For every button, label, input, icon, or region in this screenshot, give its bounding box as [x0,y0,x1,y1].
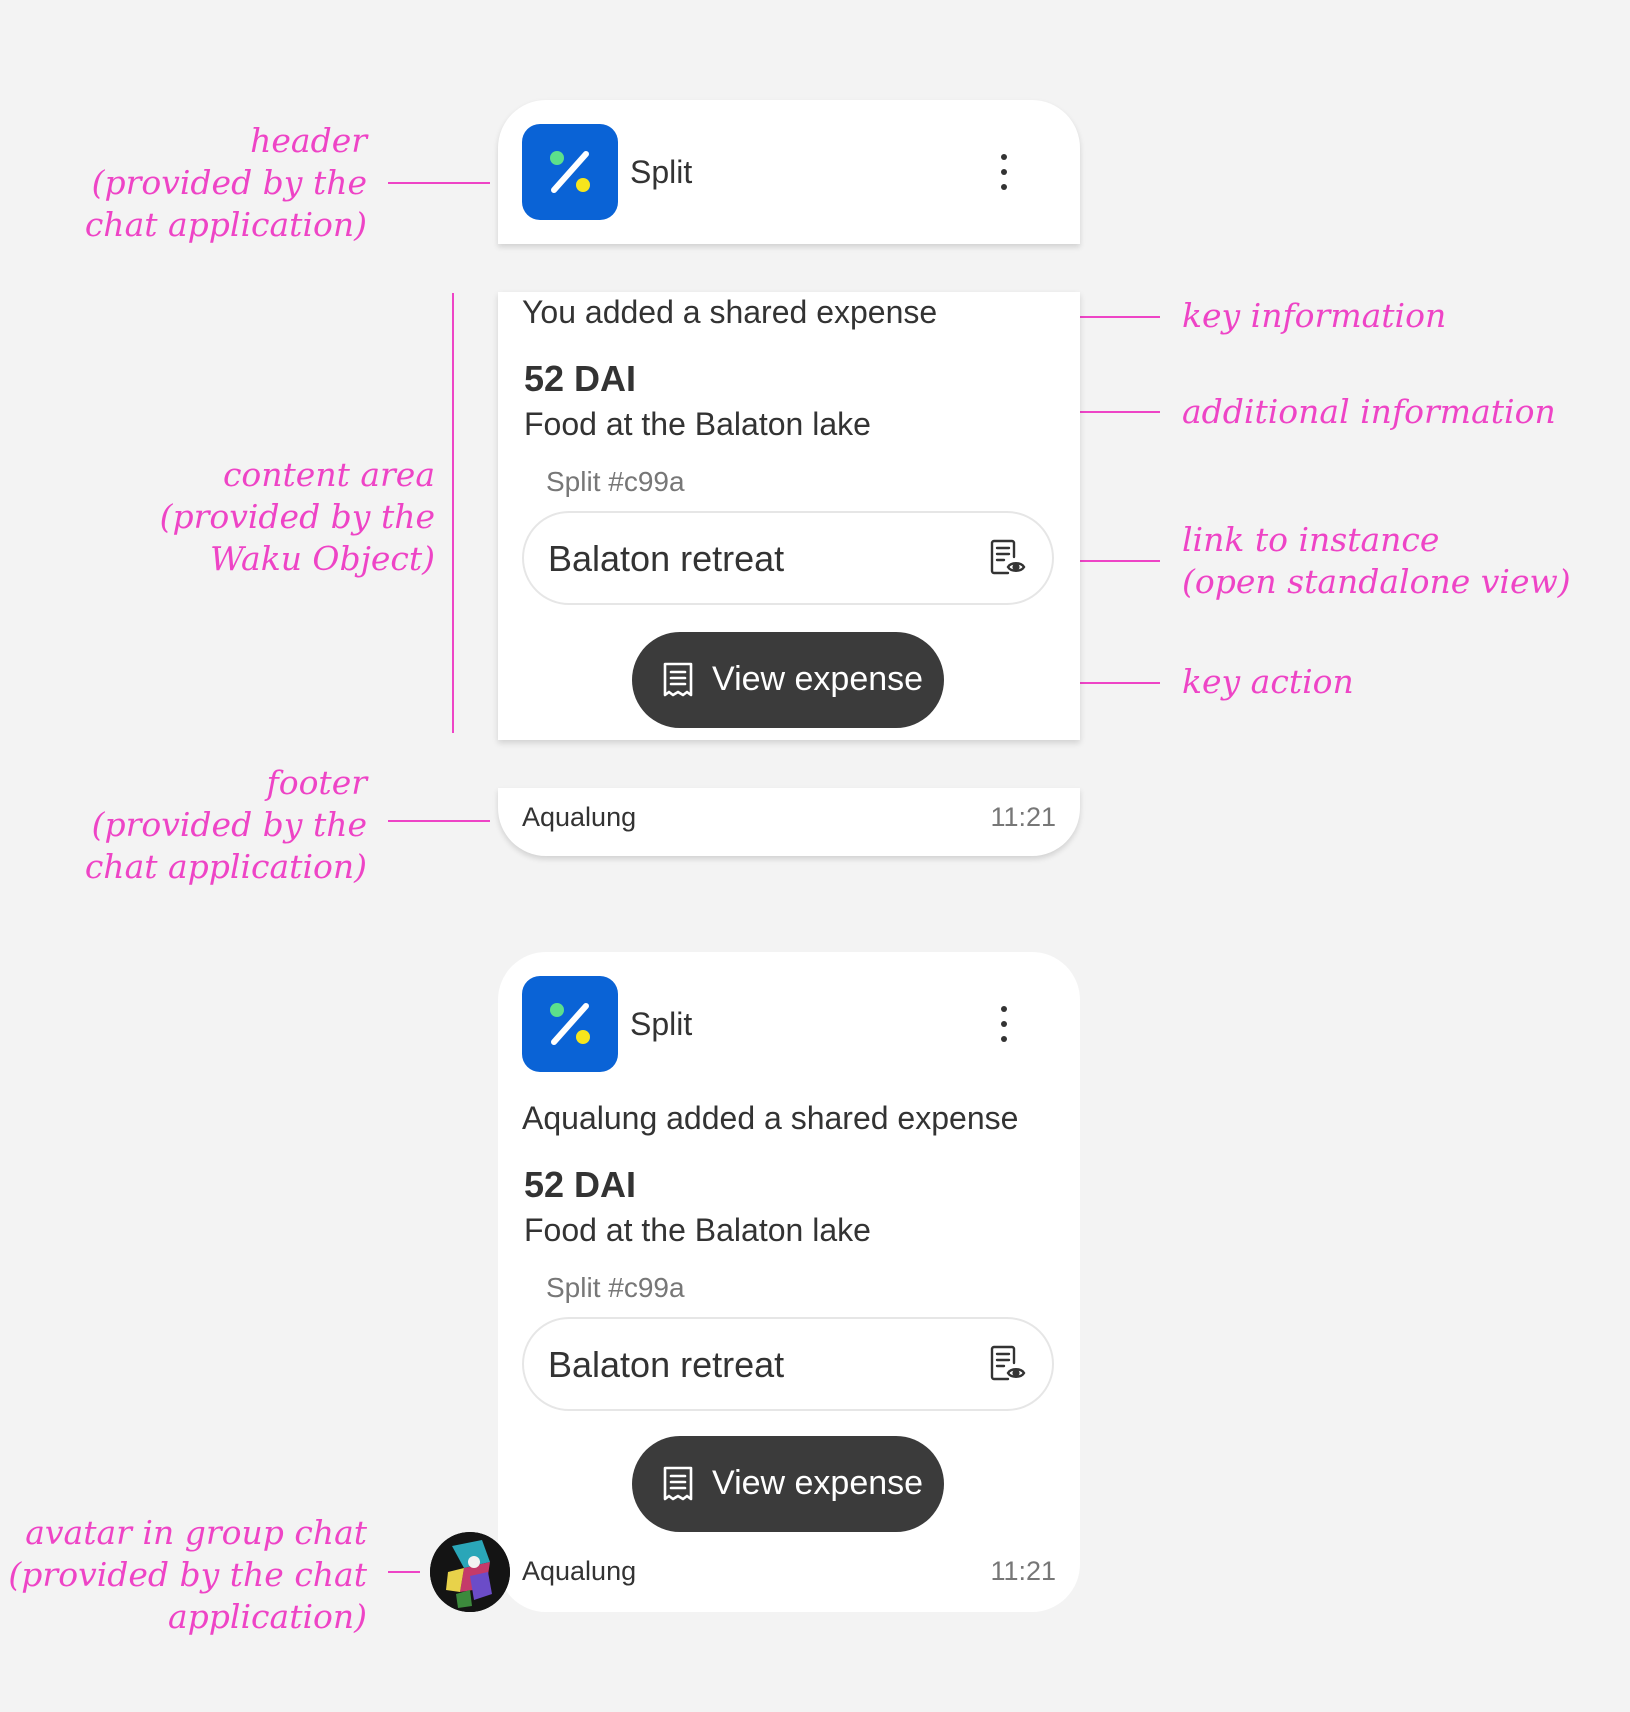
annotation-avatar-line [388,1571,420,1573]
app-name: Split [630,1006,693,1042]
annotation-link-to-instance: link to instance (open standalone view) [1182,520,1571,601]
view-expense-button[interactable]: View expense [632,632,944,728]
receipt-icon [662,662,694,703]
group-chat-card: Split Aqualung added a shared expense 52… [498,952,1080,1612]
exploded-header-card: Split [498,100,1080,244]
exploded-footer-card: Aqualung 11:21 [498,788,1080,856]
view-expense-label: View expense [712,660,924,698]
annotation-additional-information: additional information [1182,392,1556,431]
expense-description: Food at the Balaton lake [524,1212,871,1248]
expense-description: Food at the Balaton lake [524,406,871,442]
message-time: 11:21 [990,1556,1056,1586]
expense-amount: 52 DAI [524,358,637,399]
percent-app-icon [522,976,618,1072]
key-information-text: You added a shared expense [522,294,938,330]
instance-id: Split #c99a [546,466,685,497]
percent-app-icon [522,124,618,220]
annotation-content-area-line [452,293,454,733]
annotation-key-information: key information [1182,296,1447,335]
annotation-header-line [388,182,490,184]
annotation-content-area: content area (provided by the Waku Objec… [159,455,435,578]
expense-amount: 52 DAI [524,1164,637,1205]
annotation-footer: footer (provided by the chat application… [84,763,367,886]
message-time: 11:21 [990,802,1056,832]
document-view-icon [988,539,1026,582]
sender-name: Aqualung [522,802,637,832]
key-information-text: Aqualung added a shared expense [522,1100,1019,1136]
document-view-icon [988,1345,1026,1388]
instance-name: Balaton retreat [548,538,785,579]
annotation-key-action: key action [1182,662,1354,701]
instance-link[interactable]: Balaton retreat [522,511,1054,605]
instance-name: Balaton retreat [548,1344,785,1385]
user-avatar[interactable] [430,1532,510,1612]
view-expense-button[interactable]: View expense [632,1436,944,1532]
instance-id: Split #c99a [546,1272,685,1303]
more-vertical-icon[interactable] [998,152,1010,192]
receipt-icon [662,1466,694,1507]
exploded-content-card: You added a shared expense 52 DAI Food a… [498,292,1080,740]
more-vertical-icon[interactable] [998,1004,1010,1044]
sender-name: Aqualung [522,1556,637,1586]
annotation-avatar: avatar in group chat (provided by the ch… [8,1513,367,1636]
app-name: Split [630,154,693,190]
instance-link[interactable]: Balaton retreat [522,1317,1054,1411]
annotation-footer-line [388,820,490,822]
annotation-header: header (provided by the chat application… [84,121,367,244]
view-expense-label: View expense [712,1464,924,1502]
